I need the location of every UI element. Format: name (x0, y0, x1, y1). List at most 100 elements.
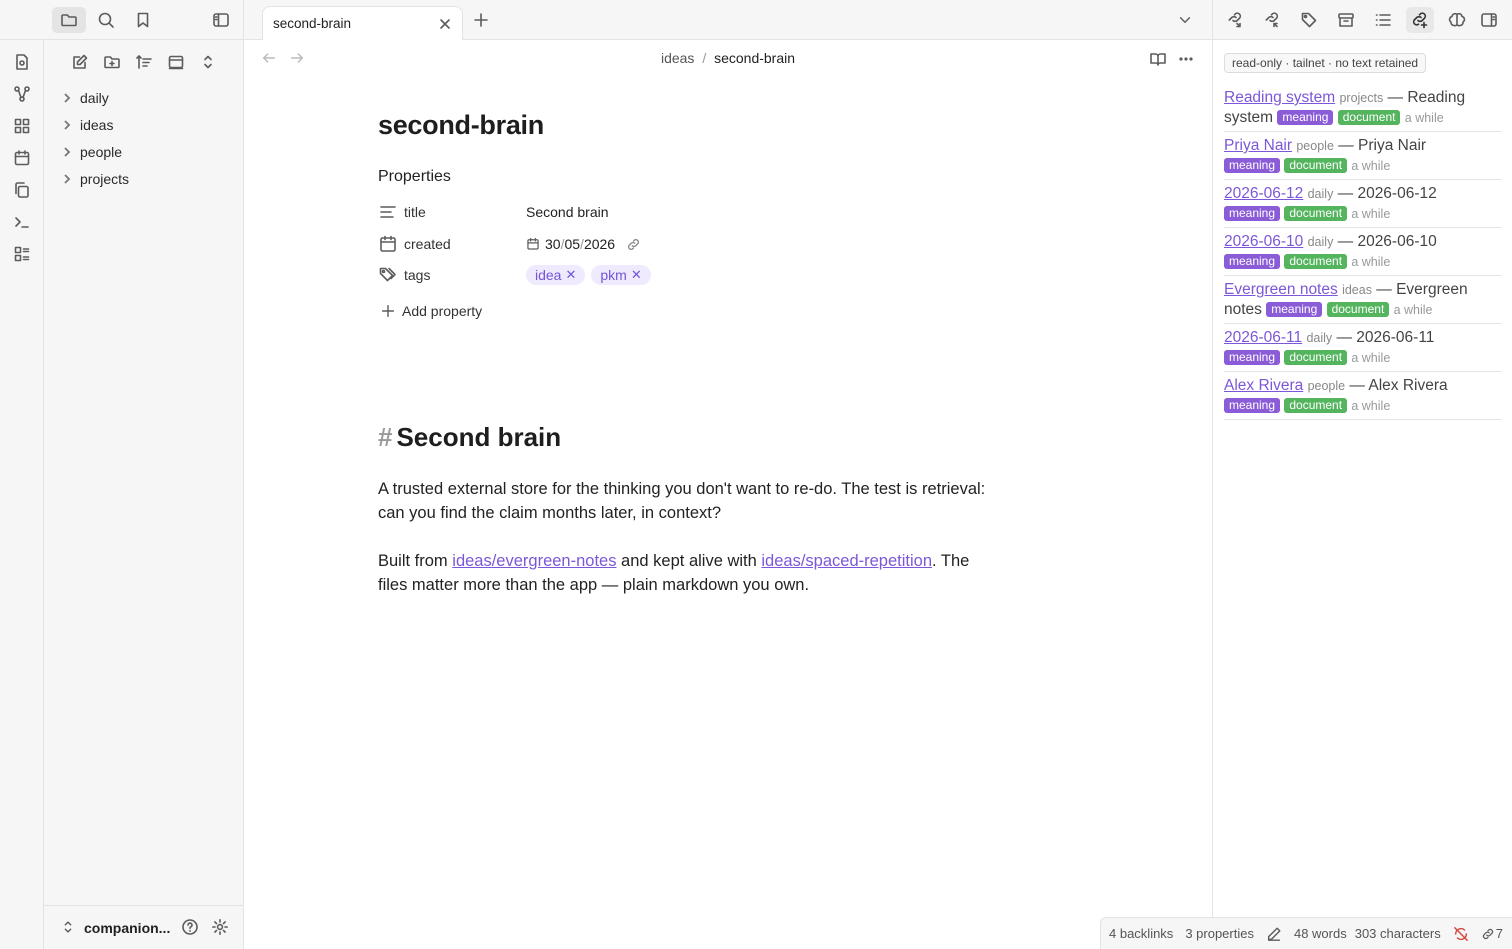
property-count[interactable]: 3 properties (1185, 926, 1254, 941)
settings-button[interactable] (211, 918, 229, 936)
related-note-item[interactable]: 2026-06-10 daily — 2026-06-10 meaning doc… (1224, 232, 1502, 276)
panel-icon (168, 55, 184, 70)
backlinks-tab[interactable] (1221, 7, 1249, 33)
search-tab[interactable] (89, 7, 123, 33)
meaning-badge: meaning (1277, 110, 1334, 125)
date-year: 2026 (583, 236, 616, 252)
property-created[interactable]: created 30/05/2026 (378, 231, 641, 257)
brain-tab[interactable] (1443, 7, 1471, 33)
related-note-link[interactable]: 2026-06-12 (1224, 185, 1303, 202)
ribbon-bases[interactable] (11, 243, 33, 265)
breadcrumb-current[interactable]: second-brain (714, 50, 795, 66)
tab-title: second-brain (273, 16, 352, 31)
ribbon-command-palette[interactable] (11, 211, 33, 233)
new-tab-button[interactable] (472, 11, 490, 29)
related-note-link[interactable]: 2026-06-11 (1224, 329, 1302, 346)
related-note-item[interactable]: Reading system projects — Reading system… (1224, 88, 1502, 132)
auto-reveal-button[interactable] (165, 51, 187, 73)
property-key[interactable]: title (404, 204, 526, 220)
breadcrumb-parent[interactable]: ideas (661, 50, 694, 66)
related-note-link[interactable]: Alex Rivera (1224, 377, 1303, 394)
editing-mode-button[interactable] (1266, 926, 1282, 942)
date-month: 05 (564, 236, 581, 252)
close-icon[interactable] (438, 17, 452, 31)
more-options-button[interactable] (1177, 50, 1195, 68)
related-note-item[interactable]: Priya Nair people — Priya Nair meaning do… (1224, 136, 1502, 180)
ribbon-graph-view[interactable] (11, 83, 33, 105)
toggle-left-sidebar-button[interactable] (204, 7, 238, 33)
tab-second-brain[interactable]: second-brain (262, 6, 463, 40)
remove-tag-icon[interactable]: ✕ (565, 267, 576, 283)
book-open-icon (1150, 53, 1166, 66)
tags-tab[interactable] (1295, 7, 1323, 33)
related-note-item[interactable]: Evergreen notes ideas — Evergreen notes … (1224, 280, 1502, 324)
property-value[interactable]: Second brain (526, 204, 609, 220)
new-note-button[interactable] (69, 51, 91, 73)
tag-icon (1301, 12, 1317, 28)
ribbon-templates[interactable] (11, 179, 33, 201)
properties-heading[interactable]: Properties (378, 168, 451, 186)
vault-name[interactable]: companion... (84, 920, 170, 936)
internal-link[interactable]: ideas/spaced-repetition (761, 552, 932, 570)
outgoing-links-tab[interactable] (1258, 7, 1286, 33)
property-key[interactable]: created (404, 236, 526, 252)
tag-pill[interactable]: idea ✕ (526, 265, 586, 285)
sort-button[interactable] (133, 51, 155, 73)
related-note-link[interactable]: Priya Nair (1224, 137, 1292, 154)
property-title[interactable]: title Second brain (378, 199, 609, 225)
remove-tag-icon[interactable]: ✕ (631, 267, 642, 283)
help-button[interactable] (181, 918, 199, 936)
vault-switcher-chevron[interactable] (60, 919, 76, 935)
folder-item[interactable]: people (60, 141, 122, 163)
link-icon[interactable] (626, 237, 641, 252)
backlink-count[interactable]: 4 backlinks (1109, 926, 1173, 941)
document-badge: document (1337, 110, 1401, 125)
related-note-link[interactable]: Reading system (1224, 89, 1335, 106)
file-explorer-tab[interactable] (52, 7, 86, 33)
related-note-item[interactable]: 2026-06-12 daily — 2026-06-12 meaning doc… (1224, 184, 1502, 228)
companion-status[interactable]: 7 (1481, 926, 1503, 941)
property-key[interactable]: tags (404, 267, 526, 283)
bookmarks-tab[interactable] (126, 7, 160, 33)
related-note-item[interactable]: 2026-06-11 daily — 2026-06-11 meaning doc… (1224, 328, 1502, 372)
related-note-item[interactable]: Alex Rivera people — Alex Rivera meaning … (1224, 376, 1502, 420)
reading-view-button[interactable] (1149, 50, 1167, 68)
add-property-button[interactable]: Add property (380, 298, 482, 324)
tag-pill[interactable]: pkm ✕ (591, 265, 651, 285)
add-property-label: Add property (402, 303, 483, 319)
tab-list-button[interactable] (1177, 12, 1193, 28)
folder-item[interactable]: ideas (60, 114, 113, 136)
document-badge: document (1284, 206, 1348, 221)
related-note-link[interactable]: Evergreen notes (1224, 281, 1338, 298)
ribbon-daily-note[interactable] (11, 147, 33, 169)
heading-1[interactable]: # Second brain (378, 422, 561, 453)
document-badge: document (1284, 350, 1348, 365)
ribbon-open-note[interactable] (11, 51, 33, 73)
heading-text: Second brain (396, 422, 562, 452)
outline-tab[interactable] (1369, 7, 1397, 33)
related-note-link[interactable]: 2026-06-10 (1224, 233, 1303, 250)
folder-item[interactable]: projects (60, 168, 129, 190)
chevrons-updown-icon (64, 921, 72, 933)
paragraph[interactable]: A trusted external store for the thinkin… (378, 477, 998, 525)
internal-link[interactable]: ideas/evergreen-notes (452, 552, 616, 570)
collapse-all-button[interactable] (197, 51, 219, 73)
word-count: 48 words (1293, 926, 1347, 941)
new-folder-button[interactable] (101, 51, 123, 73)
property-tags[interactable]: tags idea ✕ pkm ✕ (378, 262, 657, 288)
related-note-folder: ideas (1342, 283, 1372, 297)
toggle-right-sidebar-button[interactable] (1475, 7, 1503, 33)
folder-item[interactable]: daily (60, 87, 109, 109)
sync-status[interactable] (1453, 926, 1469, 942)
archive-tab[interactable] (1332, 7, 1360, 33)
companion-links-tab[interactable] (1406, 7, 1434, 33)
folder-label: daily (80, 90, 109, 106)
date-value[interactable]: 30/05/2026 (526, 236, 641, 252)
ribbon-canvas[interactable] (11, 115, 33, 137)
related-note-folder: daily (1307, 187, 1334, 201)
related-note-time: a while (1351, 255, 1391, 269)
related-note-time: a while (1351, 159, 1391, 173)
note-title[interactable]: second-brain (378, 110, 998, 141)
pencil-icon (1267, 927, 1281, 941)
paragraph[interactable]: Built from ideas/evergreen-notes and kep… (378, 549, 998, 597)
